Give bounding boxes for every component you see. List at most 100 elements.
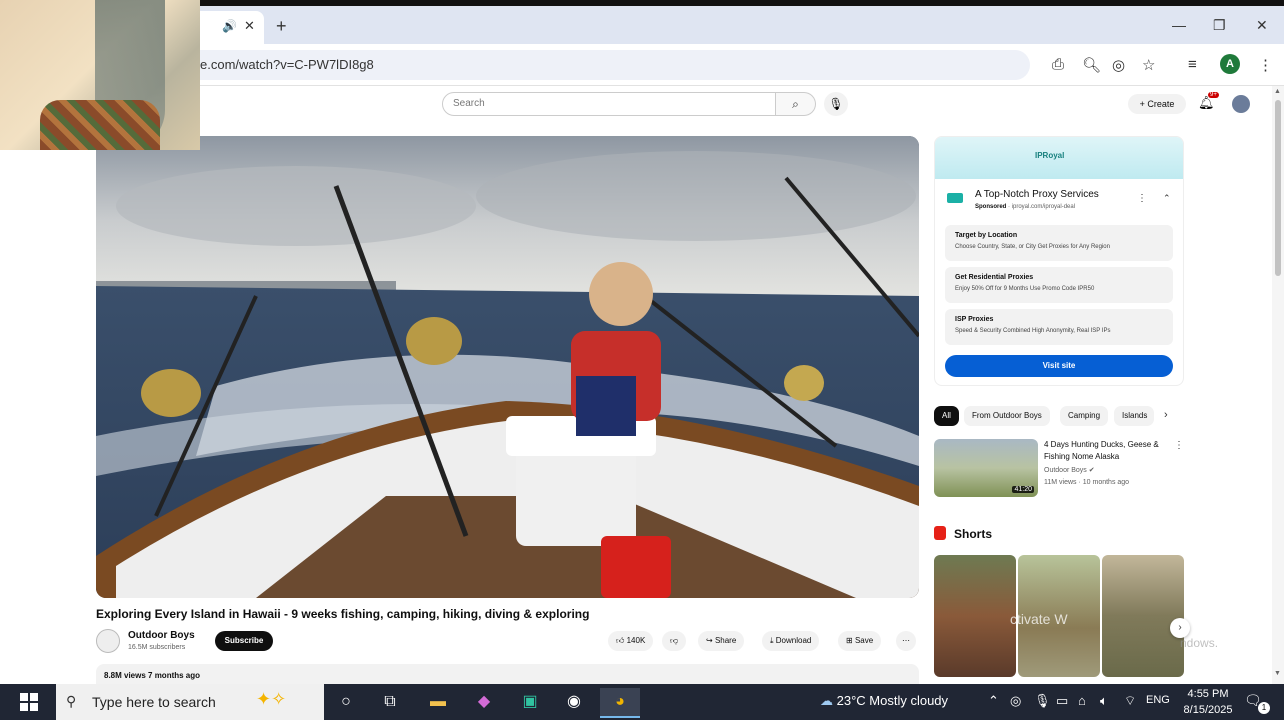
weather-widget[interactable]: ☁ 23°C Mostly cloudy xyxy=(820,693,948,709)
video-title: Exploring Every Island in Hawaii - 9 wee… xyxy=(96,607,590,621)
speaker-icon[interactable]: 🔊 xyxy=(222,19,237,33)
more-actions-button[interactable]: ⋯ xyxy=(896,631,916,651)
network-icon[interactable]: ⌂ xyxy=(1078,693,1086,708)
like-count: 140K xyxy=(626,636,646,645)
chip-camping[interactable]: Camping xyxy=(1060,406,1109,426)
profile-avatar[interactable]: A xyxy=(1220,54,1240,74)
search-icon: ⚲ xyxy=(66,693,77,709)
zoom-icon[interactable]: 🔍︎ xyxy=(1082,56,1101,74)
close-window-button[interactable]: ✕ xyxy=(1256,17,1268,34)
recommended-title[interactable]: 4 Days Hunting Ducks, Geese & Fishing No… xyxy=(1044,439,1184,463)
volume-icon[interactable]: 🔈︎ xyxy=(1100,693,1108,709)
clock[interactable]: 4:55 PM 8/15/2025 xyxy=(1178,686,1238,718)
chip-islands[interactable]: Islands xyxy=(1114,406,1154,426)
chevron-up-icon[interactable]: ⌃ xyxy=(988,693,999,709)
ad-card[interactable]: Target by Location Choose Country, State… xyxy=(945,225,1173,261)
ad-banner[interactable]: IPRoyal xyxy=(935,137,1183,179)
sparkle-icon: ✦✧ xyxy=(256,689,287,709)
browser-menu-icon[interactable]: ⋮ xyxy=(1258,56,1273,74)
chevron-up-icon[interactable]: ⌃ xyxy=(1163,193,1171,204)
ad-card-title: Target by Location xyxy=(955,232,1018,239)
create-button[interactable]: + Create xyxy=(1128,94,1186,114)
recommended-menu-icon[interactable]: ⋮ xyxy=(1174,440,1184,451)
download-button[interactable]: ⤓ Download xyxy=(762,631,820,651)
search-button[interactable]: ⌕ xyxy=(776,92,816,116)
video-duration: 41:20 xyxy=(1012,486,1034,493)
address-bar[interactable]: e.com/watch?v=C-PW7lDI8g8 xyxy=(150,50,1030,80)
chip-from-channel[interactable]: From Outdoor Boys xyxy=(964,406,1050,426)
minimize-button[interactable]: — xyxy=(1172,17,1186,33)
video-frame xyxy=(96,136,919,598)
tray-app-icon[interactable]: ◎ xyxy=(1010,693,1021,709)
install-app-icon[interactable]: ⎙ xyxy=(1052,56,1064,73)
scroll-thumb[interactable] xyxy=(1275,100,1281,276)
scroll-up-icon[interactable]: ▲ xyxy=(1274,88,1281,95)
download-icon: ⤓ xyxy=(770,636,774,645)
ad-menu-icon[interactable]: ⋮ xyxy=(1137,193,1147,204)
notification-count: 1 xyxy=(1258,702,1270,714)
obs-icon[interactable]: ◉ xyxy=(554,688,594,718)
ad-title[interactable]: A Top-Notch Proxy Services xyxy=(975,189,1099,200)
recommended-meta: 11M views · 10 months ago xyxy=(1044,479,1130,486)
webcam-shirt xyxy=(40,100,160,150)
taskbar-search-placeholder: Type here to search xyxy=(92,694,216,710)
page-scrollbar[interactable]: ▲ ▼ xyxy=(1272,86,1284,684)
share-icon: ↪ xyxy=(706,636,713,645)
bookmark-star-icon[interactable]: ☆ xyxy=(1142,56,1155,74)
save-button[interactable]: ⊞ Save xyxy=(838,631,882,651)
channel-name[interactable]: Outdoor Boys xyxy=(128,630,195,641)
chevron-right-icon[interactable]: › xyxy=(1164,409,1168,421)
short-thumbnail[interactable] xyxy=(934,555,1016,677)
like-button[interactable]: 👍︎ 140K xyxy=(608,631,654,651)
clock-time: 4:55 PM xyxy=(1187,688,1229,700)
app-icon[interactable]: ▣ xyxy=(510,688,550,718)
task-view-icon[interactable]: ⧉ xyxy=(370,688,410,718)
copilot-icon[interactable]: ◆ xyxy=(464,688,504,718)
short-thumbnail[interactable] xyxy=(1102,555,1184,677)
account-avatar[interactable] xyxy=(1232,95,1250,113)
webcam-overlay xyxy=(0,0,200,150)
camera-icon[interactable]: ▭ xyxy=(1056,693,1068,709)
recommended-channel[interactable]: Outdoor Boys ✔ xyxy=(1044,466,1095,474)
cloud-icon: ☁ xyxy=(820,693,833,708)
wifi-icon[interactable]: ⌔ xyxy=(1124,693,1136,709)
file-explorer-icon[interactable]: ▬ xyxy=(418,688,458,718)
search-icon: ⌕ xyxy=(792,97,799,111)
ad-card-desc: Speed & Security Combined High Anonymity… xyxy=(955,328,1111,334)
url-text: e.com/watch?v=C-PW7lDI8g8 xyxy=(200,57,374,72)
media-control-icon[interactable]: ≡ xyxy=(1188,56,1197,73)
voice-search-button[interactable]: 🎙︎ xyxy=(824,92,848,116)
ad-sponsored: Sponsored · iproyal.com/iproyal-deal xyxy=(975,204,1075,210)
channel-avatar[interactable] xyxy=(96,629,120,653)
ad-card[interactable]: ISP Proxies Speed & Security Combined Hi… xyxy=(945,309,1173,345)
save-icon: ⊞ xyxy=(846,636,853,645)
search-placeholder: Search xyxy=(453,98,485,109)
ad-panel: IPRoyal A Top-Notch Proxy Services Spons… xyxy=(934,136,1184,386)
share-button[interactable]: ↪ Share xyxy=(698,631,745,651)
chevron-right-icon[interactable]: › xyxy=(1170,618,1190,638)
language-indicator[interactable]: ENG xyxy=(1146,694,1170,706)
cortana-icon[interactable]: ○ xyxy=(326,688,366,718)
search-input[interactable]: Search xyxy=(442,92,776,116)
visit-site-button[interactable]: Visit site xyxy=(945,355,1173,377)
ad-card-desc: Choose Country, State, or City Get Proxi… xyxy=(955,244,1110,250)
windows-start-icon[interactable] xyxy=(20,693,38,711)
new-tab-button[interactable]: + xyxy=(276,16,287,37)
scroll-down-icon[interactable]: ▼ xyxy=(1274,670,1281,677)
tab-close-icon[interactable]: ✕ xyxy=(244,18,255,34)
ad-card[interactable]: Get Residential Proxies Enjoy 50% Off fo… xyxy=(945,267,1173,303)
video-player[interactable] xyxy=(96,136,919,598)
restore-button[interactable]: ❐ xyxy=(1213,17,1226,34)
chip-all[interactable]: All xyxy=(934,406,959,426)
recommended-thumbnail[interactable]: 41:20 xyxy=(934,439,1038,497)
clock-date: 8/15/2025 xyxy=(1183,704,1233,716)
taskbar-search-input[interactable]: ⚲ Type here to search ✦✧ xyxy=(56,684,324,720)
eye-off-icon[interactable]: ◎ xyxy=(1112,56,1125,74)
microphone-icon[interactable]: 🎙︎ xyxy=(1034,693,1051,709)
create-label: Create xyxy=(1147,99,1175,109)
ad-card-desc: Enjoy 50% Off for 9 Months Use Promo Cod… xyxy=(955,286,1095,292)
chrome-icon[interactable]: ◕ xyxy=(600,688,640,718)
subscribe-button[interactable]: Subscribe xyxy=(215,631,273,651)
dislike-button[interactable]: 👎︎ xyxy=(662,631,687,651)
ad-domain: · iproyal.com/iproyal-deal xyxy=(1008,204,1076,210)
